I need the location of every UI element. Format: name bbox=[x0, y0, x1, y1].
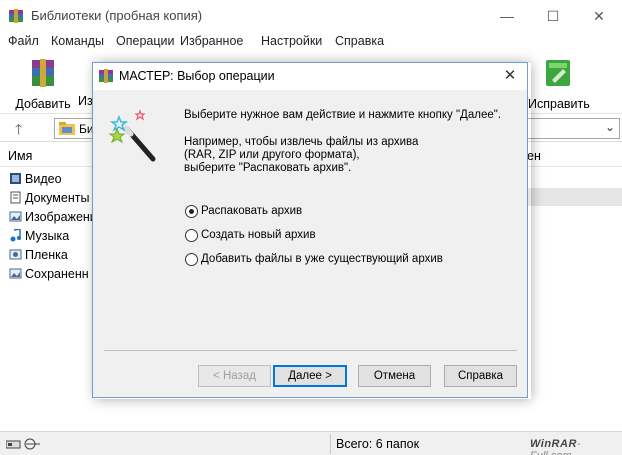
radio-add[interactable] bbox=[185, 252, 198, 266]
repair-label: Исправить bbox=[528, 97, 590, 111]
menu-file[interactable]: Файл bbox=[8, 34, 39, 48]
video-icon bbox=[10, 173, 21, 184]
library-folder-icon bbox=[59, 122, 75, 135]
up-folder-icon[interactable]: 🡑 bbox=[15, 119, 22, 143]
drive-status-icon bbox=[6, 438, 40, 450]
radio-extract[interactable] bbox=[185, 204, 198, 218]
documents-icon bbox=[10, 191, 21, 204]
repair-archive-icon bbox=[546, 60, 570, 86]
example-line: выберите "Распаковать архив". bbox=[184, 162, 352, 174]
add-archive-icon bbox=[32, 59, 54, 87]
option-label: Добавить файлы в уже существующий архив bbox=[201, 253, 443, 265]
menu-operations[interactable]: Операции bbox=[116, 34, 174, 48]
dialog-instruction: Выберите нужное вам действие и нажмите к… bbox=[184, 109, 502, 121]
option-label: Создать новый архив bbox=[201, 229, 316, 241]
camera-roll-icon bbox=[9, 249, 22, 260]
winrar-dialog-icon bbox=[99, 69, 113, 83]
column-name-header[interactable]: Имя bbox=[8, 149, 32, 163]
saved-pictures-icon bbox=[9, 268, 22, 279]
help-button[interactable]: Справка bbox=[444, 365, 517, 387]
status-bar: Всего: 6 папок WinRAR-Full.com bbox=[0, 431, 622, 455]
wizard-dialog: МАСТЕР: Выбор операции ✕ Выберите нужное… bbox=[92, 62, 528, 398]
cancel-button[interactable]: Отмена bbox=[358, 365, 431, 387]
option-create-archive[interactable]: Создать новый архив bbox=[185, 227, 316, 243]
menu-commands[interactable]: Команды bbox=[51, 34, 104, 48]
pictures-icon bbox=[9, 211, 22, 222]
add-label: Добавить bbox=[15, 97, 71, 111]
option-add-to-archive[interactable]: Добавить файлы в уже существующий архив bbox=[185, 251, 443, 267]
maximize-button[interactable]: ☐ bbox=[530, 0, 576, 32]
extract-label: Из bbox=[78, 94, 93, 108]
example-line: Например, чтобы извлечь файлы из архива bbox=[184, 136, 419, 148]
back-button[interactable]: < Назад bbox=[198, 365, 271, 387]
option-extract-archive[interactable]: Распаковать архив bbox=[185, 203, 302, 219]
magic-wand-icon bbox=[109, 109, 156, 162]
dialog-example-text: Например, чтобы извлечь файлы из архива … bbox=[184, 136, 504, 175]
dialog-titlebar: МАСТЕР: Выбор операции ✕ bbox=[93, 63, 527, 90]
repair-button[interactable]: Исправить bbox=[528, 56, 590, 111]
row-highlight bbox=[525, 188, 622, 206]
example-line: (RAR, ZIP или другого формата), bbox=[184, 149, 360, 161]
menu-help[interactable]: Справка bbox=[335, 34, 384, 48]
add-button[interactable]: Добавить bbox=[14, 56, 72, 111]
menu-favorites[interactable]: Избранное bbox=[180, 34, 243, 48]
dialog-close-icon[interactable]: ✕ bbox=[499, 66, 521, 86]
watermark: WinRAR-Full.com bbox=[530, 438, 581, 455]
window-titlebar: Библиотеки (пробная копия) — ☐ ✕ bbox=[0, 0, 622, 32]
option-label: Распаковать архив bbox=[201, 205, 303, 217]
minimize-button[interactable]: — bbox=[484, 0, 530, 32]
status-separator bbox=[330, 434, 331, 454]
radio-create[interactable] bbox=[185, 228, 198, 242]
dialog-divider bbox=[104, 350, 517, 351]
next-button[interactable]: Далее > bbox=[273, 365, 347, 387]
winrar-app-icon bbox=[9, 9, 23, 23]
chevron-down-icon[interactable]: ⌄ bbox=[605, 120, 615, 134]
status-text: Всего: 6 папок bbox=[336, 437, 420, 451]
close-button[interactable]: ✕ bbox=[576, 0, 622, 32]
window-title: Библиотеки (пробная копия) bbox=[31, 8, 203, 23]
menu-settings[interactable]: Настройки bbox=[261, 34, 322, 48]
dialog-title: МАСТЕР: Выбор операции bbox=[119, 69, 275, 83]
menu-bar: Файл Команды Операции Избранное Настройк… bbox=[0, 32, 622, 52]
music-icon bbox=[10, 229, 21, 242]
